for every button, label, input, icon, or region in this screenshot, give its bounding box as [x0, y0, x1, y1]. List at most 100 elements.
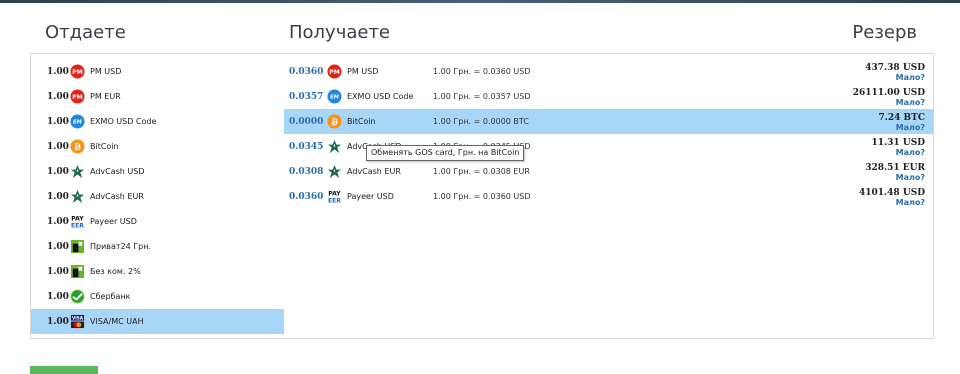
give-currency-name: EXMO USD Code — [90, 117, 157, 126]
reserve-amount: 26111.00 — [852, 88, 900, 98]
reserve-currency: USD — [902, 138, 925, 148]
svg-text:VISA: VISA — [72, 316, 84, 321]
give-item-6[interactable]: 1.00 PAY EER Payeer USD — [31, 209, 284, 234]
reserve-cell: 437.38 USD Мало? — [785, 60, 925, 83]
give-item-0[interactable]: 1.00 PM PM USD — [31, 59, 284, 84]
privat24-icon — [70, 239, 85, 254]
exmo-icon: EM — [70, 114, 85, 129]
reserve-cell: 26111.00 USD Мало? — [785, 85, 925, 108]
give-item-7[interactable]: 1.00 Приват24 Грн. — [31, 234, 284, 259]
give-item-3[interactable]: 1.00 ₿ BitCoin — [31, 134, 284, 159]
pm-icon: PM — [327, 64, 342, 79]
give-currency-list: 1.00 PM PM USD 1.00 PM PM EUR 1.00 EM EXMO USD C… — [31, 59, 284, 334]
give-amount: 1.00 — [47, 241, 69, 252]
give-amount: 1.00 — [47, 316, 69, 327]
give-item-4[interactable]: 1.00 AdvCash USD — [31, 159, 284, 184]
get-currency-list: 0.0360 PM PM USD 1.00 Грн. = 0.0360 USD 437.… — [284, 59, 933, 209]
give-item-1[interactable]: 1.00 PM PM EUR — [31, 84, 284, 109]
privat24-icon — [70, 264, 85, 279]
payeer-icon: PAY EER — [70, 214, 85, 229]
advcash-icon — [70, 189, 85, 204]
exchange-panel: 1.00 PM PM USD 1.00 PM PM EUR 1.00 EM EXMO USD C… — [30, 53, 934, 339]
reserve-cell: 7.24 BTC Мало? — [785, 110, 925, 133]
svg-text:₿: ₿ — [331, 116, 338, 126]
svg-text:EER: EER — [328, 198, 341, 204]
pm-icon: PM — [70, 89, 85, 104]
exmo-icon: EM — [327, 89, 342, 104]
reserve-low-link[interactable]: Мало? — [785, 198, 925, 207]
get-currency-name: PM USD — [347, 67, 379, 76]
give-currency-name: PM EUR — [90, 92, 121, 101]
get-column-header: Получаете — [289, 22, 391, 43]
svg-text:₿: ₿ — [74, 141, 81, 151]
reserve-amount: 7.24 — [878, 113, 901, 123]
give-item-8[interactable]: 1.00 Без ком. 2% — [31, 259, 284, 284]
reserve-low-link[interactable]: Мало? — [785, 98, 925, 107]
bitcoin-icon: ₿ — [70, 139, 85, 154]
reserve-currency: EUR — [902, 163, 925, 173]
svg-text:PAY: PAY — [328, 191, 341, 198]
advcash-icon — [327, 164, 342, 179]
exchange-rate-text: 1.00 Грн. = 0.0360 USD — [433, 192, 531, 201]
reserve-amount: 437.38 — [865, 63, 900, 73]
get-item-1[interactable]: 0.0357 EM EXMO USD Code 1.00 Грн. = 0.0357 … — [284, 84, 933, 109]
reserve-currency: USD — [902, 63, 925, 73]
svg-text:PAY: PAY — [71, 216, 84, 223]
reserve-column-header: Резерв — [852, 22, 917, 43]
pm-icon: PM — [70, 64, 85, 79]
get-currency-name: AdvCash EUR — [347, 167, 401, 176]
reserve-cell: 328.51 EUR Мало? — [785, 160, 925, 183]
svg-text:EM: EM — [73, 120, 82, 126]
get-item-5[interactable]: 0.0360 PAY EER Payeer USD 1.00 Грн. = 0.0360… — [284, 184, 933, 209]
get-item-2[interactable]: 0.0000 ₿ BitCoin 1.00 Грн. = 0.0000 BTC 7.24… — [284, 109, 933, 134]
exchange-tooltip: Обменять GOS card, Грн. на BitCoin — [366, 145, 525, 161]
give-item-5[interactable]: 1.00 AdvCash EUR — [31, 184, 284, 209]
get-rate: 0.0357 — [289, 91, 324, 102]
give-currency-name: AdvCash USD — [90, 167, 145, 176]
exchange-rate-text: 1.00 Грн. = 0.0308 EUR — [433, 167, 530, 176]
give-amount: 1.00 — [47, 116, 69, 127]
give-amount: 1.00 — [47, 266, 69, 277]
give-currency-name: Payeer USD — [90, 217, 137, 226]
give-amount: 1.00 — [47, 166, 69, 177]
reserve-low-link[interactable]: Мало? — [785, 148, 925, 157]
reserve-low-link[interactable]: Мало? — [785, 123, 925, 132]
give-currency-name: AdvCash EUR — [90, 192, 144, 201]
give-item-9[interactable]: 1.00 Сбербанк — [31, 284, 284, 309]
give-amount: 1.00 — [47, 191, 69, 202]
green-action-bar[interactable] — [30, 366, 98, 374]
reserve-currency: USD — [902, 88, 925, 98]
give-amount: 1.00 — [47, 291, 69, 302]
svg-text:PM: PM — [72, 94, 83, 101]
reserve-currency: BTC — [903, 113, 925, 123]
get-item-4[interactable]: 0.0308 AdvCash EUR 1.00 Грн. = 0.0308 EUR 3… — [284, 159, 933, 184]
visa-mc-icon: VISA — [70, 314, 85, 329]
give-column-header: Отдаете — [45, 22, 126, 43]
sberbank-icon — [70, 289, 85, 304]
reserve-amount: 11.31 — [871, 138, 900, 148]
give-item-10[interactable]: 1.00 VISA VISA/MC UAH — [31, 309, 284, 334]
get-item-0[interactable]: 0.0360 PM PM USD 1.00 Грн. = 0.0360 USD 437.… — [284, 59, 933, 84]
get-currency-name: EXMO USD Code — [347, 92, 414, 101]
svg-text:EM: EM — [330, 95, 339, 101]
reserve-amount: 328.51 — [865, 163, 900, 173]
give-amount: 1.00 — [47, 66, 69, 77]
get-currency-name: Payeer USD — [347, 192, 394, 201]
give-amount: 1.00 — [47, 141, 69, 152]
reserve-low-link[interactable]: Мало? — [785, 173, 925, 182]
give-currency-name: PM USD — [90, 67, 122, 76]
advcash-icon — [327, 139, 342, 154]
reserve-low-link[interactable]: Мало? — [785, 73, 925, 82]
svg-text:PM: PM — [72, 69, 83, 76]
top-decor-bar — [0, 0, 960, 3]
give-currency-name: VISA/MC UAH — [90, 317, 144, 326]
give-currency-name: BitCoin — [90, 142, 119, 151]
get-rate: 0.0345 — [289, 141, 324, 152]
give-item-2[interactable]: 1.00 EM EXMO USD Code — [31, 109, 284, 134]
exchange-rate-text: 1.00 Грн. = 0.0357 USD — [433, 92, 531, 101]
get-rate: 0.0360 — [289, 66, 324, 77]
give-currency-name: Приват24 Грн. — [90, 242, 152, 251]
reserve-cell: 4101.48 USD Мало? — [785, 185, 925, 208]
bitcoin-icon: ₿ — [327, 114, 342, 129]
give-amount: 1.00 — [47, 91, 69, 102]
